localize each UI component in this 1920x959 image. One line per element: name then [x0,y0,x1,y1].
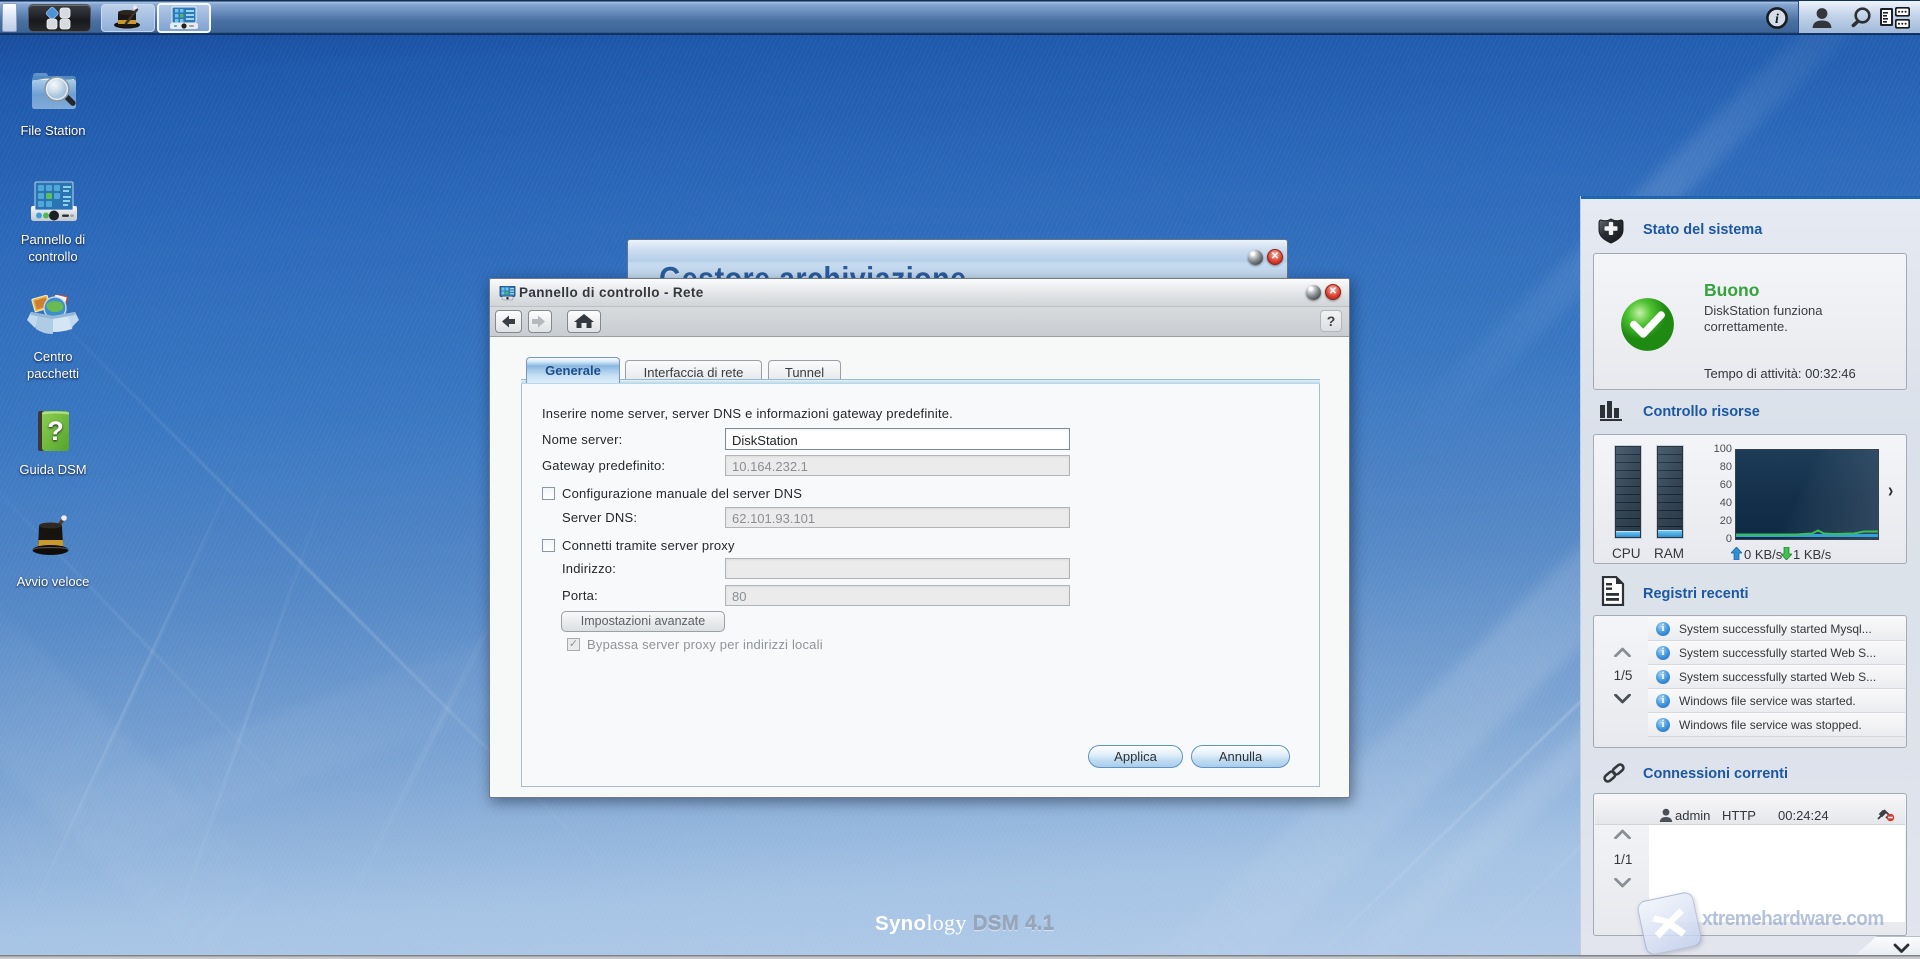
svg-text:i: i [1775,12,1779,27]
svg-text:?: ? [47,416,64,446]
